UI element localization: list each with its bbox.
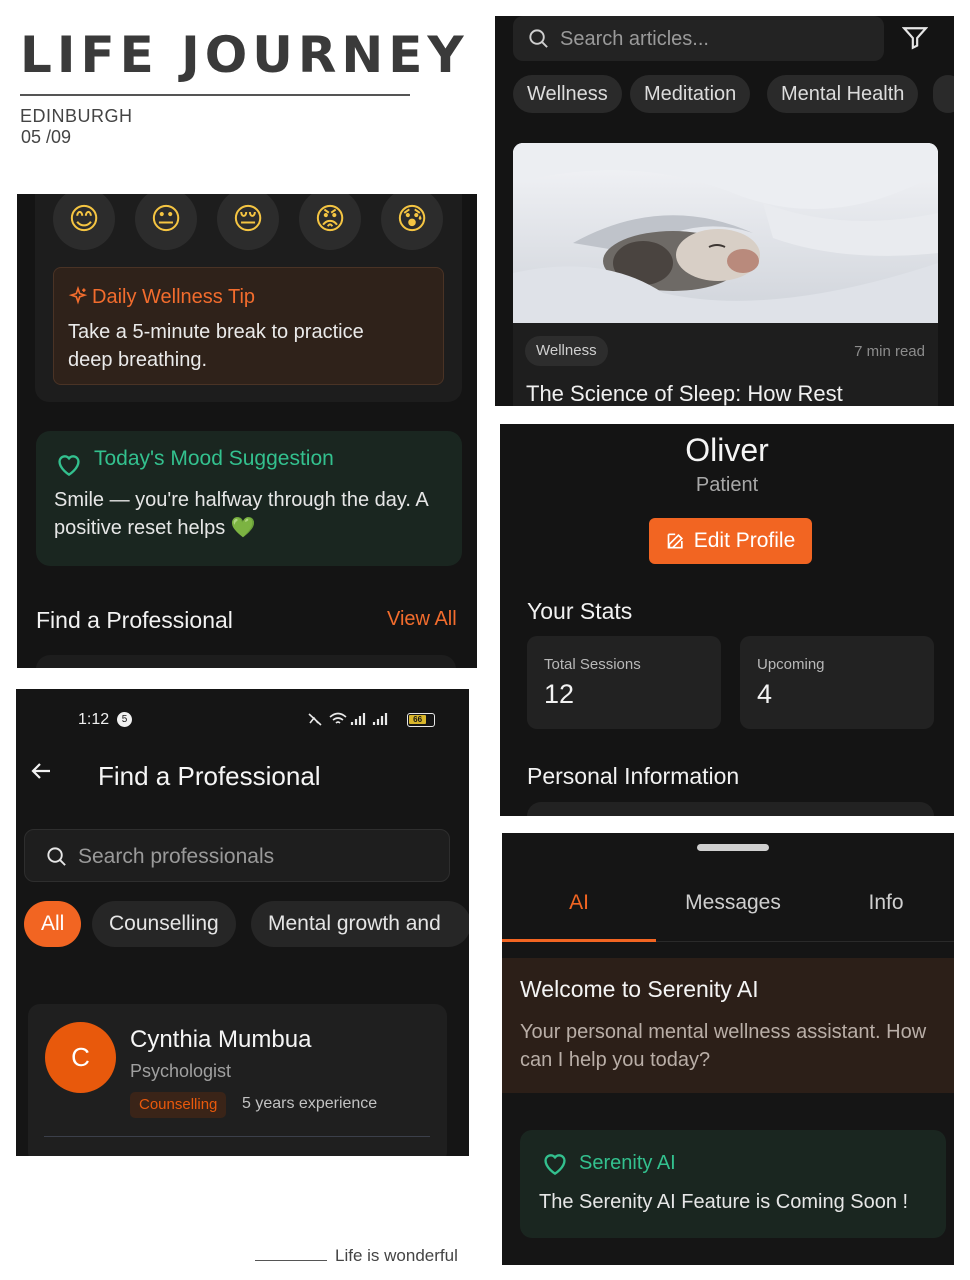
edit-icon	[666, 531, 686, 551]
stats-heading: Your Stats	[527, 598, 633, 624]
edit-profile-label: Edit Profile	[693, 529, 796, 552]
date-label: 05 /09	[21, 127, 72, 147]
serenity-ai-screenshot: AI Messages Info Welcome to Serenity AI …	[502, 833, 954, 1265]
professional-search-input[interactable]: Search professionals	[24, 829, 450, 882]
footer-caption: Life is wonderful	[335, 1246, 458, 1265]
article-read-time: 7 min read	[854, 343, 925, 360]
professional-card-peek	[36, 655, 456, 668]
search-icon	[527, 27, 550, 50]
edit-profile-button[interactable]: Edit Profile	[649, 518, 812, 564]
heart-icon	[540, 1150, 570, 1176]
find-professional-screenshot: 1:12 5 66 Find a Professional Search pro…	[16, 689, 469, 1156]
notification-badge: 5	[117, 712, 132, 727]
stat-value: 12	[544, 679, 575, 709]
avatar: C	[45, 1022, 116, 1093]
articles-screenshot: Search articles... Wellness Meditation M…	[495, 16, 954, 406]
city-label: EDINBURGH	[20, 106, 133, 126]
back-arrow-icon[interactable]	[30, 759, 54, 783]
filter-all[interactable]: All	[24, 901, 82, 947]
welcome-text: Your personal mental wellness assistant.…	[520, 1021, 927, 1071]
tip-title: Daily Wellness Tip	[92, 286, 256, 308]
active-tab-indicator	[502, 939, 656, 942]
sparkle-icon	[68, 286, 88, 306]
footer-rule	[255, 1260, 327, 1261]
profile-role: Patient	[695, 474, 759, 496]
specialty-badge: Counselling	[130, 1092, 227, 1118]
signal-icons	[308, 709, 404, 727]
article-tag: Wellness	[525, 336, 608, 366]
chip-overflow[interactable]	[933, 75, 954, 113]
stat-label: Upcoming	[757, 656, 825, 673]
stat-value: 4	[757, 679, 773, 709]
filter-counselling[interactable]: Counselling	[92, 901, 236, 947]
daily-tip-card: Daily Wellness Tip Take a 5-minute break…	[53, 267, 444, 385]
battery-level: 66	[409, 715, 427, 724]
article-card[interactable]: Wellness 7 min read The Science of Sleep…	[513, 143, 938, 406]
tab-messages[interactable]: Messages	[658, 891, 808, 915]
chip-wellness[interactable]: Wellness	[513, 75, 622, 113]
stat-upcoming: Upcoming 4	[740, 636, 934, 729]
title-divider	[20, 94, 410, 96]
stat-total-sessions: Total Sessions 12	[527, 636, 721, 729]
article-image	[513, 143, 938, 323]
page-title: LIFE JOURNEY	[20, 26, 469, 84]
article-search-placeholder: Search articles...	[560, 28, 709, 50]
tip-text: Take a 5-minute break to practice deep b…	[68, 321, 364, 371]
tab-info[interactable]: Info	[811, 891, 954, 915]
status-time: 1:12	[78, 711, 110, 728]
profile-name: Oliver	[685, 432, 769, 468]
search-icon	[45, 845, 68, 868]
battery-icon: 66	[407, 713, 435, 727]
article-search-input[interactable]: Search articles...	[513, 16, 884, 61]
professional-search-placeholder: Search professionals	[78, 845, 275, 868]
filter-icon[interactable]	[902, 26, 928, 50]
heart-icon	[54, 451, 84, 477]
sheet-drag-handle[interactable]	[697, 844, 769, 851]
mood-suggestion-title: Today's Mood Suggestion	[94, 447, 334, 470]
card-divider	[44, 1136, 430, 1137]
tab-ai[interactable]: AI	[504, 891, 654, 915]
screen-title: Find a Professional	[98, 761, 321, 791]
chip-meditation[interactable]: Meditation	[630, 75, 751, 113]
welcome-banner: Welcome to Serenity AI Your personal men…	[502, 958, 954, 1093]
mood-suggestion-card: Today's Mood Suggestion Smile — you're h…	[36, 431, 462, 566]
professional-name: Cynthia Mumbua	[130, 1026, 312, 1053]
find-professional-heading: Find a Professional	[36, 607, 233, 633]
welcome-title: Welcome to Serenity AI	[520, 976, 759, 1002]
professional-role: Psychologist	[130, 1061, 232, 1081]
serenity-card-text: The Serenity AI Feature is Coming Soon !	[539, 1191, 909, 1213]
mood-suggestion-text: Smile — you're halfway through the day. …	[54, 489, 428, 539]
stat-label: Total Sessions	[544, 656, 641, 673]
serenity-card-title: Serenity AI	[579, 1152, 676, 1174]
profile-screenshot: Oliver Patient Edit Profile Your Stats T…	[500, 424, 954, 816]
view-all-link[interactable]: View All	[387, 608, 457, 631]
article-title: The Science of Sleep: How Rest	[526, 381, 843, 406]
experience-text: 5 years experience	[242, 1095, 378, 1112]
chip-mental-health[interactable]: Mental Health	[767, 75, 919, 113]
dashboard-screenshot: 😊 😐 😔 😡 😰 Daily Wellness Tip Take a 5-mi…	[17, 194, 477, 668]
professional-card[interactable]: C Cynthia Mumbua Psychologist Counsellin…	[28, 1004, 447, 1156]
filter-mental-growth[interactable]: Mental growth and	[251, 901, 469, 947]
serenity-ai-card: Serenity AI The Serenity AI Feature is C…	[520, 1130, 946, 1238]
personal-info-card-peek	[527, 802, 934, 816]
personal-info-heading: Personal Information	[527, 763, 740, 789]
